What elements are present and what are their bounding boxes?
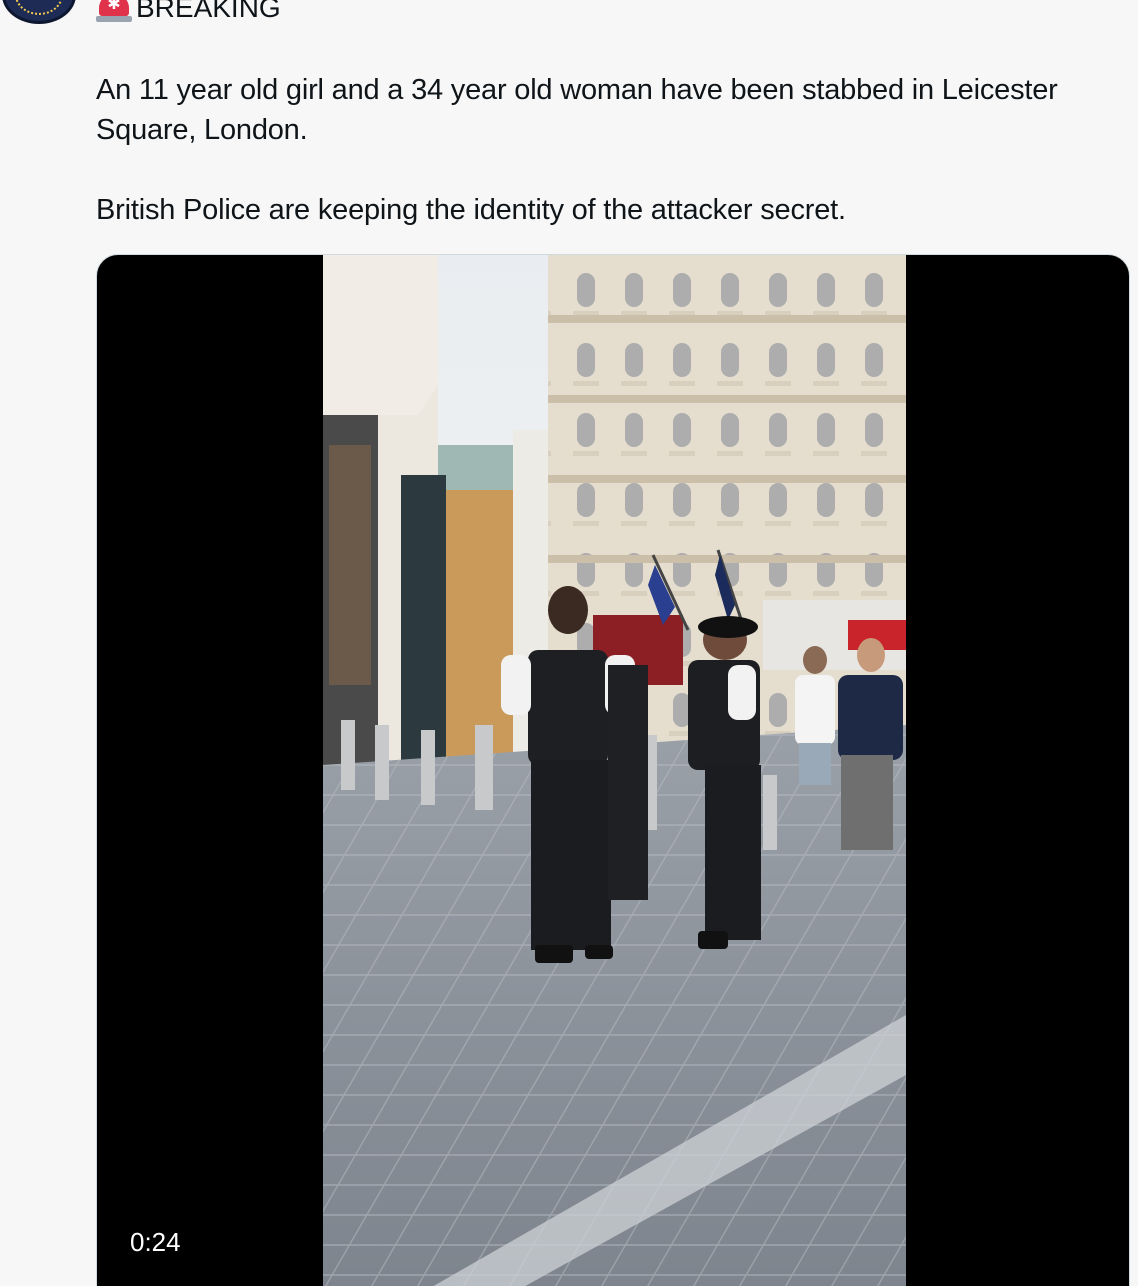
video-timestamp: 0:24: [130, 1227, 181, 1257]
tweet: ✱ BREAKING An 11 year old girl and a 34 …: [0, 0, 1138, 1286]
video-play-area[interactable]: [97, 255, 1129, 1286]
avatar[interactable]: [2, 0, 76, 24]
video-player[interactable]: 0:24: [96, 254, 1130, 1286]
tweet-paragraph: An 11 year old girl and a 34 year old wo…: [96, 74, 1058, 146]
avatar-star-ring: [15, 0, 63, 15]
tweet-text: An 11 year old girl and a 34 year old wo…: [96, 70, 1126, 230]
headline: ✱ BREAKING: [96, 0, 281, 24]
tweet-paragraph: British Police are keeping the identity …: [96, 194, 846, 226]
police-light-icon: ✱: [96, 0, 132, 22]
headline-text: BREAKING: [136, 0, 281, 23]
